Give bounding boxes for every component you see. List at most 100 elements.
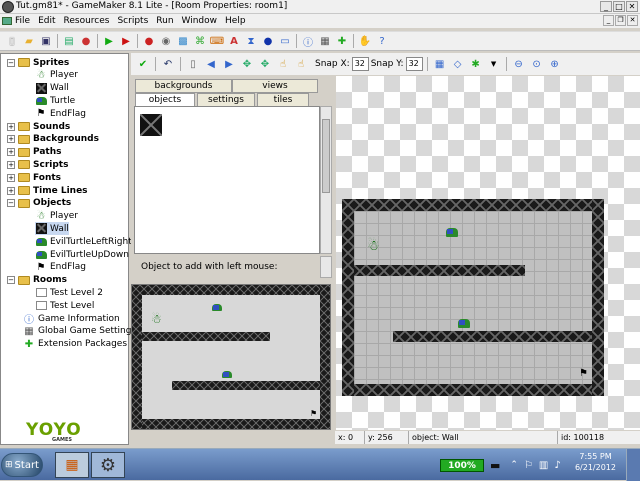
menu-scripts[interactable]: Scripts	[113, 16, 152, 26]
add-path-icon[interactable]: ⌘	[192, 33, 208, 49]
menu-resources[interactable]: Resources	[60, 16, 114, 26]
tab-views[interactable]: views	[232, 79, 318, 93]
network-icon[interactable]: ▥	[539, 460, 548, 471]
menu-file[interactable]: File	[0, 16, 34, 26]
lock-icon[interactable]: ☝	[275, 56, 291, 72]
wall-right[interactable]	[592, 199, 604, 396]
save-icon[interactable]: ▣	[38, 33, 54, 49]
evil-turtle-instance[interactable]	[458, 319, 470, 328]
flag-icon[interactable]: ⚐	[524, 460, 533, 471]
add-script-icon[interactable]: ⌨	[209, 33, 225, 49]
new-icon[interactable]: ▯	[4, 33, 20, 49]
wall-top[interactable]	[342, 199, 604, 211]
resource-tree[interactable]: − Sprites ☃ Player Wall Turtle ⚑ EndFlag + Sounds…	[0, 53, 136, 445]
game-info-icon[interactable]: ⓘ	[300, 33, 316, 49]
snap-y-input[interactable]: 32	[405, 57, 423, 71]
tree-item-scripts[interactable]: + Scripts	[7, 158, 68, 171]
add-sprite-icon[interactable]: ●	[141, 33, 157, 49]
tree-item-player[interactable]: ☃ Player	[35, 210, 79, 223]
chevron-up-icon[interactable]: ⌃	[510, 460, 518, 470]
options-dropdown-icon[interactable]: ✱	[468, 56, 484, 72]
menu-window[interactable]: Window	[178, 16, 222, 26]
tree-item-turtle[interactable]: Turtle	[35, 94, 75, 107]
tree-item-endflag[interactable]: ⚑ EndFlag	[35, 107, 87, 120]
chevron-down-icon[interactable]: ▼	[486, 56, 502, 72]
move-all-icon[interactable]: ✥	[239, 56, 255, 72]
shift-right-icon[interactable]: ▶	[221, 56, 237, 72]
mdi-close-button[interactable]: ✕	[627, 15, 638, 26]
menu-run[interactable]: Run	[152, 16, 177, 26]
zoom-out-icon[interactable]: ⊖	[511, 56, 527, 72]
player-instance[interactable]: ☃	[367, 239, 380, 253]
room-editor-area[interactable]: ☃ ⚑	[342, 199, 604, 396]
tree-item-paths[interactable]: + Paths	[7, 146, 62, 159]
run-icon[interactable]: ▶	[101, 33, 117, 49]
zoom-in-icon[interactable]: ⊕	[547, 56, 563, 72]
open-icon[interactable]: ▰	[21, 33, 37, 49]
wall-left[interactable]	[342, 199, 354, 396]
tree-item-global-game-settings[interactable]: ▦ Global Game Settings	[23, 325, 136, 338]
tree-item-test-level[interactable]: Test Level	[35, 299, 94, 312]
clear-room-icon[interactable]: ▯	[185, 56, 201, 72]
object-list-scrollbar[interactable]	[320, 106, 332, 254]
create-executable-icon[interactable]: ▤	[61, 33, 77, 49]
tab-backgrounds[interactable]: backgrounds	[135, 79, 232, 93]
collapse-icon[interactable]: −	[7, 58, 15, 67]
extensions-icon[interactable]: ✚	[334, 33, 350, 49]
zoom-reset-icon[interactable]: ⊙	[529, 56, 545, 72]
show-desktop-button[interactable]	[626, 449, 640, 481]
tree-item-objects[interactable]: − Objects	[7, 197, 71, 210]
object-label-scrollbar[interactable]	[320, 256, 332, 278]
evil-turtle-instance[interactable]	[446, 228, 458, 237]
tree-item-sounds[interactable]: + Sounds	[7, 120, 70, 133]
tree-item-test-level-2[interactable]: Test Level 2	[35, 286, 103, 299]
tree-item-sprites[interactable]: − Sprites	[7, 56, 69, 69]
tree-item-backgrounds[interactable]: + Backgrounds	[7, 133, 99, 146]
close-button[interactable]: ✕	[626, 1, 638, 12]
tree-item-fonts[interactable]: + Fonts	[7, 171, 61, 184]
undo-icon[interactable]: ↶	[160, 56, 176, 72]
expand-icon[interactable]: +	[7, 122, 15, 131]
menu-edit[interactable]: Edit	[34, 16, 59, 26]
unlock-icon[interactable]: ☝	[293, 56, 309, 72]
expand-icon[interactable]: +	[7, 148, 15, 157]
taskbar-app-web[interactable]: ▦	[55, 452, 89, 478]
tree-item-rooms[interactable]: − Rooms	[7, 274, 67, 287]
tab-objects[interactable]: objects	[135, 93, 195, 107]
plug-icon[interactable]: ▬	[490, 459, 500, 472]
expand-icon[interactable]: +	[7, 135, 15, 144]
mdi-restore-button[interactable]: ❐	[615, 15, 626, 26]
shift-left-icon[interactable]: ◀	[203, 56, 219, 72]
wall-platform-lower[interactable]	[393, 331, 592, 342]
shift-grid-icon[interactable]: ✥	[257, 56, 273, 72]
tree-item-endflag[interactable]: ⚑ EndFlag	[35, 261, 87, 274]
add-room-icon[interactable]: ▭	[277, 33, 293, 49]
maximize-button[interactable]: □	[613, 1, 625, 12]
grid-toggle-icon[interactable]: ▦	[432, 56, 448, 72]
publish-icon[interactable]: ●	[78, 33, 94, 49]
expand-icon[interactable]: +	[7, 160, 15, 169]
expand-icon[interactable]: +	[7, 186, 15, 195]
add-background-icon[interactable]: ▩	[175, 33, 191, 49]
tree-item-player[interactable]: ☃ Player	[35, 69, 79, 82]
tree-item-evilturtleleftright[interactable]: EvilTurtleLeftRight	[35, 235, 132, 248]
hand-icon[interactable]: ✋	[357, 33, 373, 49]
tree-item-wall[interactable]: Wall	[35, 82, 69, 95]
wall-bottom[interactable]	[342, 384, 604, 396]
help-icon[interactable]: ?	[374, 33, 390, 49]
mdi-minimize-button[interactable]: _	[603, 15, 614, 26]
expand-icon[interactable]: +	[7, 173, 15, 182]
add-sound-icon[interactable]: ◉	[158, 33, 174, 49]
wall-platform-upper[interactable]	[354, 265, 525, 276]
tree-item-wall[interactable]: Wall	[35, 222, 69, 236]
collapse-icon[interactable]: −	[7, 199, 15, 208]
isometric-grid-icon[interactable]: ◇	[450, 56, 466, 72]
volume-icon[interactable]: ♪	[554, 460, 560, 471]
collapse-icon[interactable]: −	[7, 276, 15, 285]
add-font-icon[interactable]: A	[226, 33, 242, 49]
snap-x-input[interactable]: 32	[351, 57, 369, 71]
global-settings-icon[interactable]: ▦	[317, 33, 333, 49]
add-object-icon[interactable]: ●	[260, 33, 276, 49]
system-clock[interactable]: 7:55 PM 6/21/2012	[575, 451, 616, 473]
tree-item-extension-packages[interactable]: ✚ Extension Packages	[23, 338, 127, 351]
